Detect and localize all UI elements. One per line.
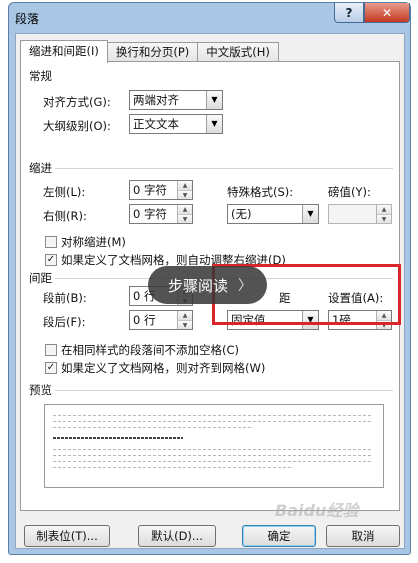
baidu-watermark: Baidu经验 (275, 501, 359, 520)
special-indent-value: (无) (231, 207, 252, 221)
title-bar[interactable]: 段落 ? ✕ (9, 3, 410, 33)
chevron-down-icon[interactable]: ▼ (206, 115, 222, 133)
outline-level-select[interactable]: 正文文本 ▼ (129, 114, 223, 134)
preview-line (53, 415, 371, 416)
set-default-button[interactable]: 默认(D)... (138, 525, 216, 547)
indent-left-value: 0 字符 (133, 183, 167, 197)
indent-right-value: 0 字符 (133, 207, 167, 221)
mirror-indent-label: 对称缩进(M) (61, 235, 126, 249)
spin-up-icon[interactable]: ▲ (377, 205, 391, 214)
spin-buttons[interactable]: ▲▼ (376, 205, 391, 223)
outline-level-value: 正文文本 (133, 117, 179, 131)
check-icon[interactable]: ✓ (45, 254, 57, 266)
no-space-same-style-label: 在相同样式的段落间不添加空格(C) (61, 343, 240, 357)
indent-right-label: 右侧(R): (43, 209, 87, 223)
divider (55, 168, 393, 169)
step-reading-button[interactable]: 步骤阅读 〉 (148, 266, 267, 304)
special-indent-label: 特殊格式(S): (227, 185, 294, 199)
tabs-button[interactable]: 制表位(T)... (24, 525, 110, 547)
section-indent: 缩进 (29, 161, 52, 175)
spacing-after-label: 段后(F): (43, 315, 86, 329)
indent-right-input[interactable]: 0 字符 ▲ ▼ (129, 204, 193, 224)
section-spacing: 间距 (29, 271, 52, 285)
no-space-same-style-checkbox[interactable]: 在相同样式的段落间不添加空格(C) (45, 342, 239, 358)
preview-line (53, 467, 293, 468)
spin-buttons[interactable]: ▲▼ (177, 205, 192, 223)
spin-up-icon[interactable]: ▲ (178, 311, 192, 320)
check-icon[interactable]: ✓ (45, 362, 57, 374)
tab-asian-typography[interactable]: 中文版式(H) (197, 42, 279, 62)
spin-up-icon[interactable]: ▲ (178, 205, 192, 214)
indent-by-input[interactable]: ▲ ▼ (328, 204, 392, 224)
alignment-label: 对齐方式(G): (43, 95, 111, 109)
chevron-down-icon[interactable]: ▼ (302, 205, 318, 223)
dialog-title: 段落 (15, 12, 40, 26)
checkbox-box[interactable] (45, 344, 57, 356)
help-button[interactable]: ? (334, 3, 364, 23)
spin-down-icon[interactable]: ▼ (377, 214, 391, 223)
mirror-indent-checkbox[interactable]: 对称缩进(M) (45, 234, 126, 250)
spin-down-icon[interactable]: ▼ (178, 320, 192, 329)
section-preview: 预览 (29, 383, 52, 397)
cancel-button[interactable]: 取消 (326, 525, 400, 547)
preview-sample-text (53, 437, 183, 439)
step-reading-label: 步骤阅读 (168, 276, 229, 295)
spin-buttons[interactable]: ▲▼ (177, 311, 192, 329)
preview-line (53, 449, 371, 450)
tab-line-page-breaks[interactable]: 换行和分页(P) (106, 42, 199, 62)
special-indent-select[interactable]: (无) ▼ (227, 204, 319, 224)
preview-line (53, 427, 253, 428)
preview-line (53, 455, 371, 456)
chevron-down-icon[interactable]: ▼ (206, 91, 222, 109)
snap-to-grid-label: 如果定义了文档网格，则对齐到网格(W) (61, 361, 266, 375)
spacing-before-label: 段前(B): (43, 291, 87, 305)
preview-line (53, 461, 371, 462)
spin-down-icon[interactable]: ▼ (178, 214, 192, 223)
ok-button[interactable]: 确定 (242, 525, 316, 547)
spin-up-icon[interactable]: ▲ (178, 181, 192, 190)
indent-left-input[interactable]: 0 字符 ▲ ▼ (129, 180, 193, 200)
spacing-after-value: 0 行 (133, 313, 156, 327)
tab-strip: 缩进和间距(I) 换行和分页(P) 中文版式(H) (20, 40, 279, 63)
tab-indents-spacing[interactable]: 缩进和间距(I) (20, 40, 108, 63)
chevron-right-icon: 〉 (238, 278, 253, 294)
spacing-after-input[interactable]: 0 行 ▲ ▼ (129, 310, 193, 330)
help-icon: ? (345, 5, 353, 20)
section-general: 常规 (29, 69, 52, 83)
spin-buttons[interactable]: ▲▼ (177, 181, 192, 199)
alignment-value: 两端对齐 (133, 93, 179, 107)
close-icon: ✕ (381, 5, 393, 20)
preview-pane (44, 404, 384, 488)
indent-left-label: 左侧(L): (43, 185, 86, 199)
indent-by-label: 磅值(Y): (328, 185, 371, 199)
snap-to-grid-checkbox[interactable]: ✓ 如果定义了文档网格，则对齐到网格(W) (45, 360, 265, 376)
spin-down-icon[interactable]: ▼ (178, 190, 192, 199)
preview-line (53, 421, 371, 422)
outline-level-label: 大纲级别(O): (43, 119, 111, 133)
divider (55, 390, 393, 391)
alignment-select[interactable]: 两端对齐 ▼ (129, 90, 223, 110)
close-button[interactable]: ✕ (364, 3, 410, 23)
checkbox-box[interactable] (45, 236, 57, 248)
